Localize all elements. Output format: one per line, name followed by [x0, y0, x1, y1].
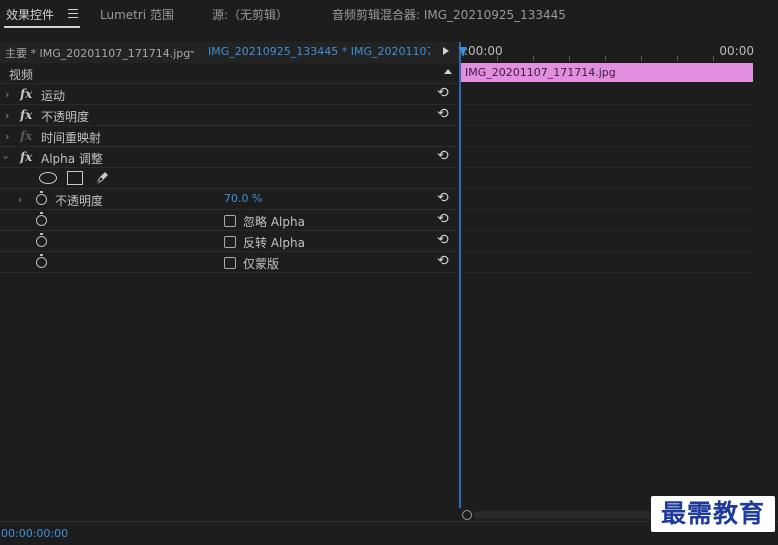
expand-arrow-icon[interactable]: ›: [18, 193, 22, 206]
fx-icon: fx: [20, 129, 33, 143]
timeline-row-divider: [461, 125, 753, 126]
effect-row-time-remap[interactable]: › fx 时间重映射: [0, 126, 457, 147]
effect-time-remap-label: 时间重映射: [41, 131, 102, 145]
param-row-ignore-alpha: 忽略 Alpha ⟲: [0, 210, 457, 231]
tab-source[interactable]: 源:（无剪辑）: [212, 6, 288, 23]
fx-icon[interactable]: fx: [20, 108, 32, 122]
zoom-handle[interactable]: [462, 510, 472, 520]
sequence-clip-label[interactable]: IMG_20210925_133445 * IMG_20201107_...: [208, 45, 430, 58]
ruler-end-time: 00:00: [719, 44, 754, 58]
timeline-row-divider: [461, 104, 753, 105]
opacity-value[interactable]: 70.0 %: [224, 192, 262, 205]
ignore-alpha-checkbox[interactable]: [224, 215, 236, 227]
pen-mask-icon[interactable]: [93, 169, 111, 187]
stopwatch-icon[interactable]: [36, 254, 47, 268]
video-section-label: 视频: [9, 68, 34, 82]
param-row-alpha-opacity[interactable]: › 不透明度 70.0 % ⟲: [0, 189, 457, 210]
ignore-alpha-label: 忽略 Alpha: [243, 215, 305, 229]
expand-arrow-icon[interactable]: ›: [5, 130, 9, 143]
panel-tab-bar: 效果控件 Lumetri 范围 源:（无剪辑） 音频剪辑混合器: IMG_202…: [0, 0, 778, 30]
fx-icon[interactable]: fx: [20, 150, 32, 164]
stopwatch-icon[interactable]: [36, 191, 47, 205]
ruler-tick: [497, 56, 498, 61]
ruler-tick: [605, 56, 606, 61]
tab-lumetri-scopes[interactable]: Lumetri 范围: [100, 6, 174, 23]
current-timecode[interactable]: 00:00:00:00: [1, 527, 68, 540]
timeline-row-divider: [461, 209, 753, 210]
effect-opacity-label: 不透明度: [41, 110, 90, 124]
param-opacity-label: 不透明度: [55, 194, 104, 208]
ellipse-mask-icon[interactable]: [39, 172, 57, 184]
clip-header: 主要 * IMG_20201107_171714.jpg ⌄ IMG_20210…: [0, 42, 459, 63]
collapse-arrow-icon[interactable]: ›: [0, 155, 13, 159]
reset-icon[interactable]: ⟲: [437, 106, 449, 122]
mask-only-checkbox[interactable]: [224, 257, 236, 269]
effect-row-motion[interactable]: › fx 运动 ⟲: [0, 84, 457, 105]
timeline-clip[interactable]: IMG_20201107_171714.jpg: [461, 63, 753, 82]
expand-arrow-icon[interactable]: ›: [5, 109, 9, 122]
timeline-row-divider: [461, 272, 753, 273]
ruler-tick: [641, 56, 642, 61]
effect-row-alpha-adjust[interactable]: › fx Alpha 调整 ⟲: [0, 147, 457, 168]
param-row-mask-only: 仅蒙版 ⟲: [0, 252, 457, 273]
ruler-tick: [713, 56, 714, 61]
effect-alpha-adjust-label: Alpha 调整: [41, 152, 103, 166]
playhead-line[interactable]: [459, 42, 461, 508]
master-clip-label[interactable]: 主要 * IMG_20201107_171714.jpg: [5, 45, 190, 61]
playhead-marker-icon[interactable]: [459, 47, 467, 57]
timeline-row-divider: [461, 251, 753, 252]
reset-icon[interactable]: ⟲: [437, 148, 449, 164]
reset-icon[interactable]: ⟲: [437, 85, 449, 101]
tab-effect-controls[interactable]: 效果控件: [6, 6, 54, 23]
ruler-tick: [569, 56, 570, 61]
reset-icon[interactable]: ⟲: [437, 253, 449, 269]
active-tab-indicator: [4, 26, 80, 28]
timeline-row-divider: [461, 146, 753, 147]
timeline-row-divider: [461, 230, 753, 231]
effect-motion-label: 运动: [41, 89, 66, 103]
chevron-down-icon[interactable]: ⌄: [188, 45, 196, 56]
mask-only-label: 仅蒙版: [243, 257, 280, 271]
rectangle-mask-icon[interactable]: [67, 171, 83, 185]
video-section-row: 视频: [0, 63, 457, 84]
mask-tools-row: [0, 168, 457, 189]
invert-alpha-checkbox[interactable]: [224, 236, 236, 248]
stopwatch-icon[interactable]: [36, 233, 47, 247]
timeline-row-divider: [461, 167, 753, 168]
timeline-ruler[interactable]: :00:00 00:00: [461, 42, 758, 63]
tab-audio-clip-mixer[interactable]: 音频剪辑混合器: IMG_20210925_133445: [332, 6, 566, 23]
reset-icon[interactable]: ⟲: [437, 232, 449, 248]
invert-alpha-label: 反转 Alpha: [243, 236, 305, 250]
timeline-row-divider: [461, 188, 753, 189]
play-icon[interactable]: [443, 47, 449, 55]
panel-menu-icon[interactable]: [68, 9, 78, 18]
ruler-tick: [533, 56, 534, 61]
fx-icon[interactable]: fx: [20, 87, 32, 101]
timeline-clip-label: IMG_20201107_171714.jpg: [465, 66, 616, 79]
effect-row-opacity[interactable]: › fx 不透明度 ⟲: [0, 105, 457, 126]
watermark-logo: 最需教育: [651, 496, 775, 532]
param-row-invert-alpha: 反转 Alpha ⟲: [0, 231, 457, 252]
reset-icon[interactable]: ⟲: [437, 211, 449, 227]
expand-arrow-icon[interactable]: ›: [5, 88, 9, 101]
reset-icon[interactable]: ⟲: [437, 190, 449, 206]
collapse-up-icon[interactable]: [444, 69, 452, 74]
stopwatch-icon[interactable]: [36, 212, 47, 226]
ruler-tick: [677, 56, 678, 61]
